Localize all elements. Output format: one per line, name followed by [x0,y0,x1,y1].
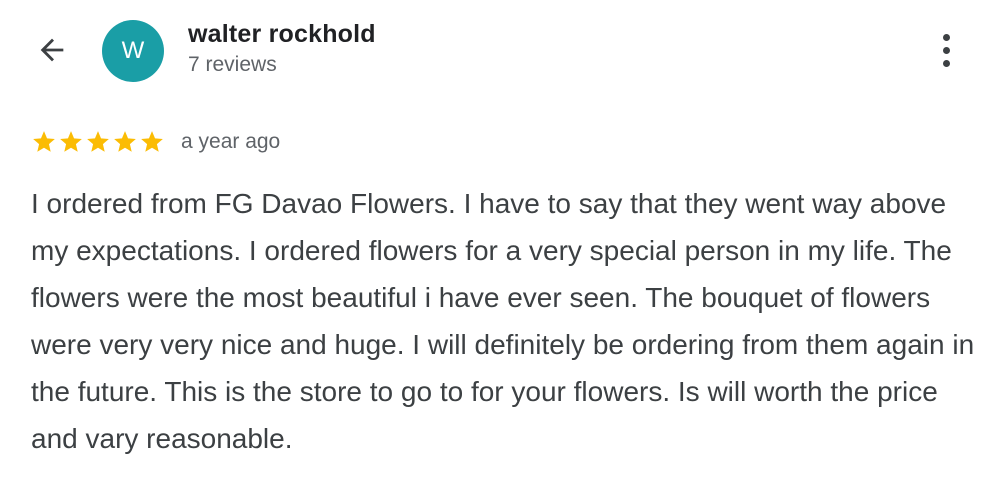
reviewer-review-count: 7 reviews [188,53,277,76]
star-icon [33,131,55,152]
rating-row: a year ago [31,126,280,158]
avatar-letter: W [121,37,145,64]
star-icon [114,131,136,152]
more-options-button[interactable] [926,28,966,72]
more-vert-icon [942,33,950,41]
review-time: a year ago [181,130,281,153]
star-icon [60,131,82,152]
review-detail-screen: W walter rockhold 7 reviews a year ago I… [0,0,1000,495]
arrow-back-icon [40,38,64,62]
star-rating [31,129,165,155]
back-button[interactable] [30,28,74,72]
review-text: I ordered from FG Davao Flowers. I have … [31,188,975,454]
star-icon [87,131,109,152]
avatar[interactable]: W [102,20,164,82]
reviewer-name[interactable]: walter rockhold [188,20,376,49]
star-icon [141,131,163,152]
